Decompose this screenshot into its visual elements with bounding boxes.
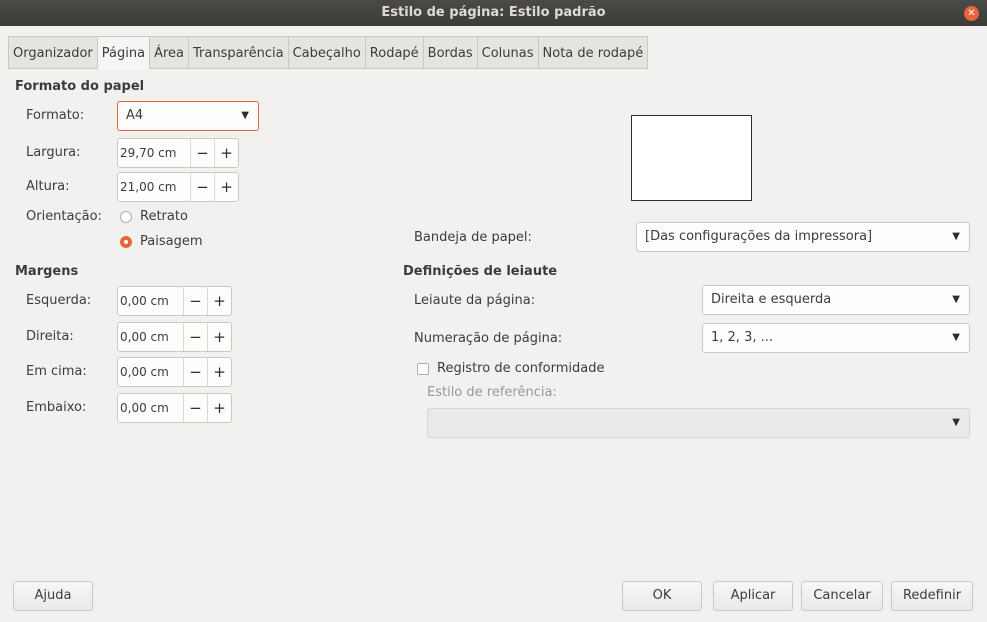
orientation-label: Orientação: bbox=[26, 209, 102, 224]
width-stepper[interactable]: 29,70 cm − + bbox=[117, 138, 239, 168]
chevron-down-icon: ▼ bbox=[952, 231, 960, 242]
landscape-radio[interactable] bbox=[120, 236, 132, 248]
page-numbering-value: 1, 2, 3, ... bbox=[711, 330, 774, 345]
reset-button[interactable]: Redefinir bbox=[891, 581, 973, 611]
register-true-label[interactable]: Registro de conformidade bbox=[437, 361, 604, 376]
width-increment-button[interactable]: + bbox=[214, 139, 238, 167]
margin-top-decrement-button[interactable]: − bbox=[183, 358, 207, 386]
margin-right-decrement-button[interactable]: − bbox=[183, 323, 207, 351]
help-button[interactable]: Ajuda bbox=[13, 581, 93, 611]
margin-left-stepper[interactable]: 0,00 cm − + bbox=[117, 286, 232, 316]
tab-rodape[interactable]: Rodapé bbox=[365, 36, 424, 69]
paper-tray-dropdown[interactable]: [Das configurações da impressora] ▼ bbox=[636, 222, 970, 252]
margin-right-value[interactable]: 0,00 cm bbox=[118, 323, 183, 351]
paper-format-title: Formato do papel bbox=[15, 79, 145, 94]
tab-cabecalho[interactable]: Cabeçalho bbox=[288, 36, 366, 69]
height-stepper[interactable]: 21,00 cm − + bbox=[117, 172, 239, 202]
portrait-label[interactable]: Retrato bbox=[140, 209, 188, 224]
page-layout-dropdown[interactable]: Direita e esquerda ▼ bbox=[702, 285, 970, 315]
margin-bottom-stepper[interactable]: 0,00 cm − + bbox=[117, 393, 232, 423]
page-layout-value: Direita e esquerda bbox=[711, 292, 832, 307]
apply-button[interactable]: Aplicar bbox=[713, 581, 793, 611]
landscape-label[interactable]: Paisagem bbox=[140, 234, 203, 249]
paper-tray-label: Bandeja de papel: bbox=[414, 230, 532, 245]
height-value[interactable]: 21,00 cm bbox=[118, 173, 190, 201]
margin-bottom-value[interactable]: 0,00 cm bbox=[118, 394, 183, 422]
margin-left-label: Esquerda: bbox=[26, 293, 92, 308]
margin-left-decrement-button[interactable]: − bbox=[183, 287, 207, 315]
page-style-dialog: Estilo de página: Estilo padrão ✕ Organi… bbox=[0, 0, 987, 622]
margin-bottom-decrement-button[interactable]: − bbox=[183, 394, 207, 422]
height-label: Altura: bbox=[26, 179, 70, 194]
tab-colunas[interactable]: Colunas bbox=[477, 36, 539, 69]
tab-bar: Organizador Página Área Transparência Ca… bbox=[8, 36, 649, 69]
chevron-down-icon: ▼ bbox=[952, 332, 960, 343]
margin-bottom-label: Embaixo: bbox=[26, 400, 87, 415]
margin-left-increment-button[interactable]: + bbox=[207, 287, 231, 315]
margin-top-stepper[interactable]: 0,00 cm − + bbox=[117, 357, 232, 387]
tab-nota-de-rodape[interactable]: Nota de rodapé bbox=[538, 36, 649, 69]
margin-bottom-increment-button[interactable]: + bbox=[207, 394, 231, 422]
layout-settings-title: Definições de leiaute bbox=[403, 264, 558, 279]
portrait-radio[interactable] bbox=[120, 211, 132, 223]
tab-area[interactable]: Área bbox=[150, 36, 189, 69]
reference-style-dropdown[interactable]: ▼ bbox=[427, 408, 970, 438]
format-label: Formato: bbox=[26, 108, 85, 123]
format-value: A4 bbox=[126, 108, 144, 123]
page-preview bbox=[631, 115, 752, 201]
width-label: Largura: bbox=[26, 145, 81, 160]
tab-transparencia[interactable]: Transparência bbox=[188, 36, 289, 69]
width-decrement-button[interactable]: − bbox=[190, 139, 214, 167]
format-dropdown[interactable]: A4 ▼ bbox=[117, 101, 259, 131]
paper-tray-value: [Das configurações da impressora] bbox=[645, 229, 873, 244]
title-bar: Estilo de página: Estilo padrão ✕ bbox=[0, 0, 987, 26]
chevron-down-icon: ▼ bbox=[952, 294, 960, 305]
margin-top-label: Em cima: bbox=[26, 364, 87, 379]
window-title: Estilo de página: Estilo padrão bbox=[381, 5, 606, 20]
margins-title: Margens bbox=[15, 264, 79, 279]
page-layout-label: Leiaute da página: bbox=[414, 293, 536, 308]
cancel-button[interactable]: Cancelar bbox=[801, 581, 883, 611]
margin-left-value[interactable]: 0,00 cm bbox=[118, 287, 183, 315]
register-true-checkbox[interactable] bbox=[417, 363, 429, 375]
page-numbering-dropdown[interactable]: 1, 2, 3, ... ▼ bbox=[702, 323, 970, 353]
tab-bordas[interactable]: Bordas bbox=[423, 36, 478, 69]
margin-top-value[interactable]: 0,00 cm bbox=[118, 358, 183, 386]
margin-right-label: Direita: bbox=[26, 329, 74, 344]
margin-right-stepper[interactable]: 0,00 cm − + bbox=[117, 322, 232, 352]
margin-right-increment-button[interactable]: + bbox=[207, 323, 231, 351]
tab-pagina[interactable]: Página bbox=[97, 36, 151, 69]
margin-top-increment-button[interactable]: + bbox=[207, 358, 231, 386]
reference-style-label: Estilo de referência: bbox=[427, 385, 557, 400]
width-value[interactable]: 29,70 cm bbox=[118, 139, 190, 167]
height-decrement-button[interactable]: − bbox=[190, 173, 214, 201]
chevron-down-icon: ▼ bbox=[952, 417, 960, 428]
chevron-down-icon: ▼ bbox=[241, 110, 249, 121]
height-increment-button[interactable]: + bbox=[214, 173, 238, 201]
tab-organizador[interactable]: Organizador bbox=[8, 36, 98, 69]
close-icon[interactable]: ✕ bbox=[964, 6, 979, 21]
page-numbering-label: Numeração de página: bbox=[414, 331, 563, 346]
ok-button[interactable]: OK bbox=[622, 581, 702, 611]
